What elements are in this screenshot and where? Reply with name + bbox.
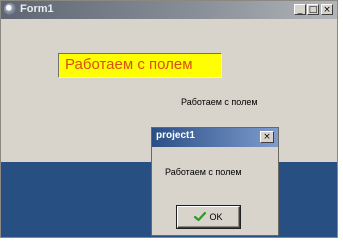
minimize-button[interactable]: _ bbox=[294, 4, 306, 15]
dialog-title: project1 bbox=[156, 130, 195, 141]
dialog-message: Работаем с полем bbox=[165, 167, 242, 177]
ok-button[interactable]: OK bbox=[177, 206, 240, 228]
dialog-close-button[interactable]: × bbox=[260, 131, 274, 143]
maximize-button[interactable]: □ bbox=[307, 4, 319, 15]
window-titlebar[interactable]: Form1 _ □ × bbox=[1, 1, 337, 19]
dialog-titlebar[interactable]: project1 × bbox=[152, 128, 278, 147]
ok-button-label: OK bbox=[209, 212, 223, 222]
main-window: Form1 _ □ × Работаем с полем Работаем с … bbox=[0, 0, 338, 238]
text-edit-field[interactable]: Работаем с полем bbox=[58, 53, 222, 78]
message-dialog: project1 × Работаем с полем OK bbox=[151, 127, 279, 236]
check-icon bbox=[194, 212, 207, 221]
status-label: Работаем с полем bbox=[181, 97, 258, 107]
window-title: Form1 bbox=[20, 3, 54, 15]
app-icon[interactable] bbox=[4, 3, 16, 15]
close-button[interactable]: × bbox=[321, 4, 333, 15]
